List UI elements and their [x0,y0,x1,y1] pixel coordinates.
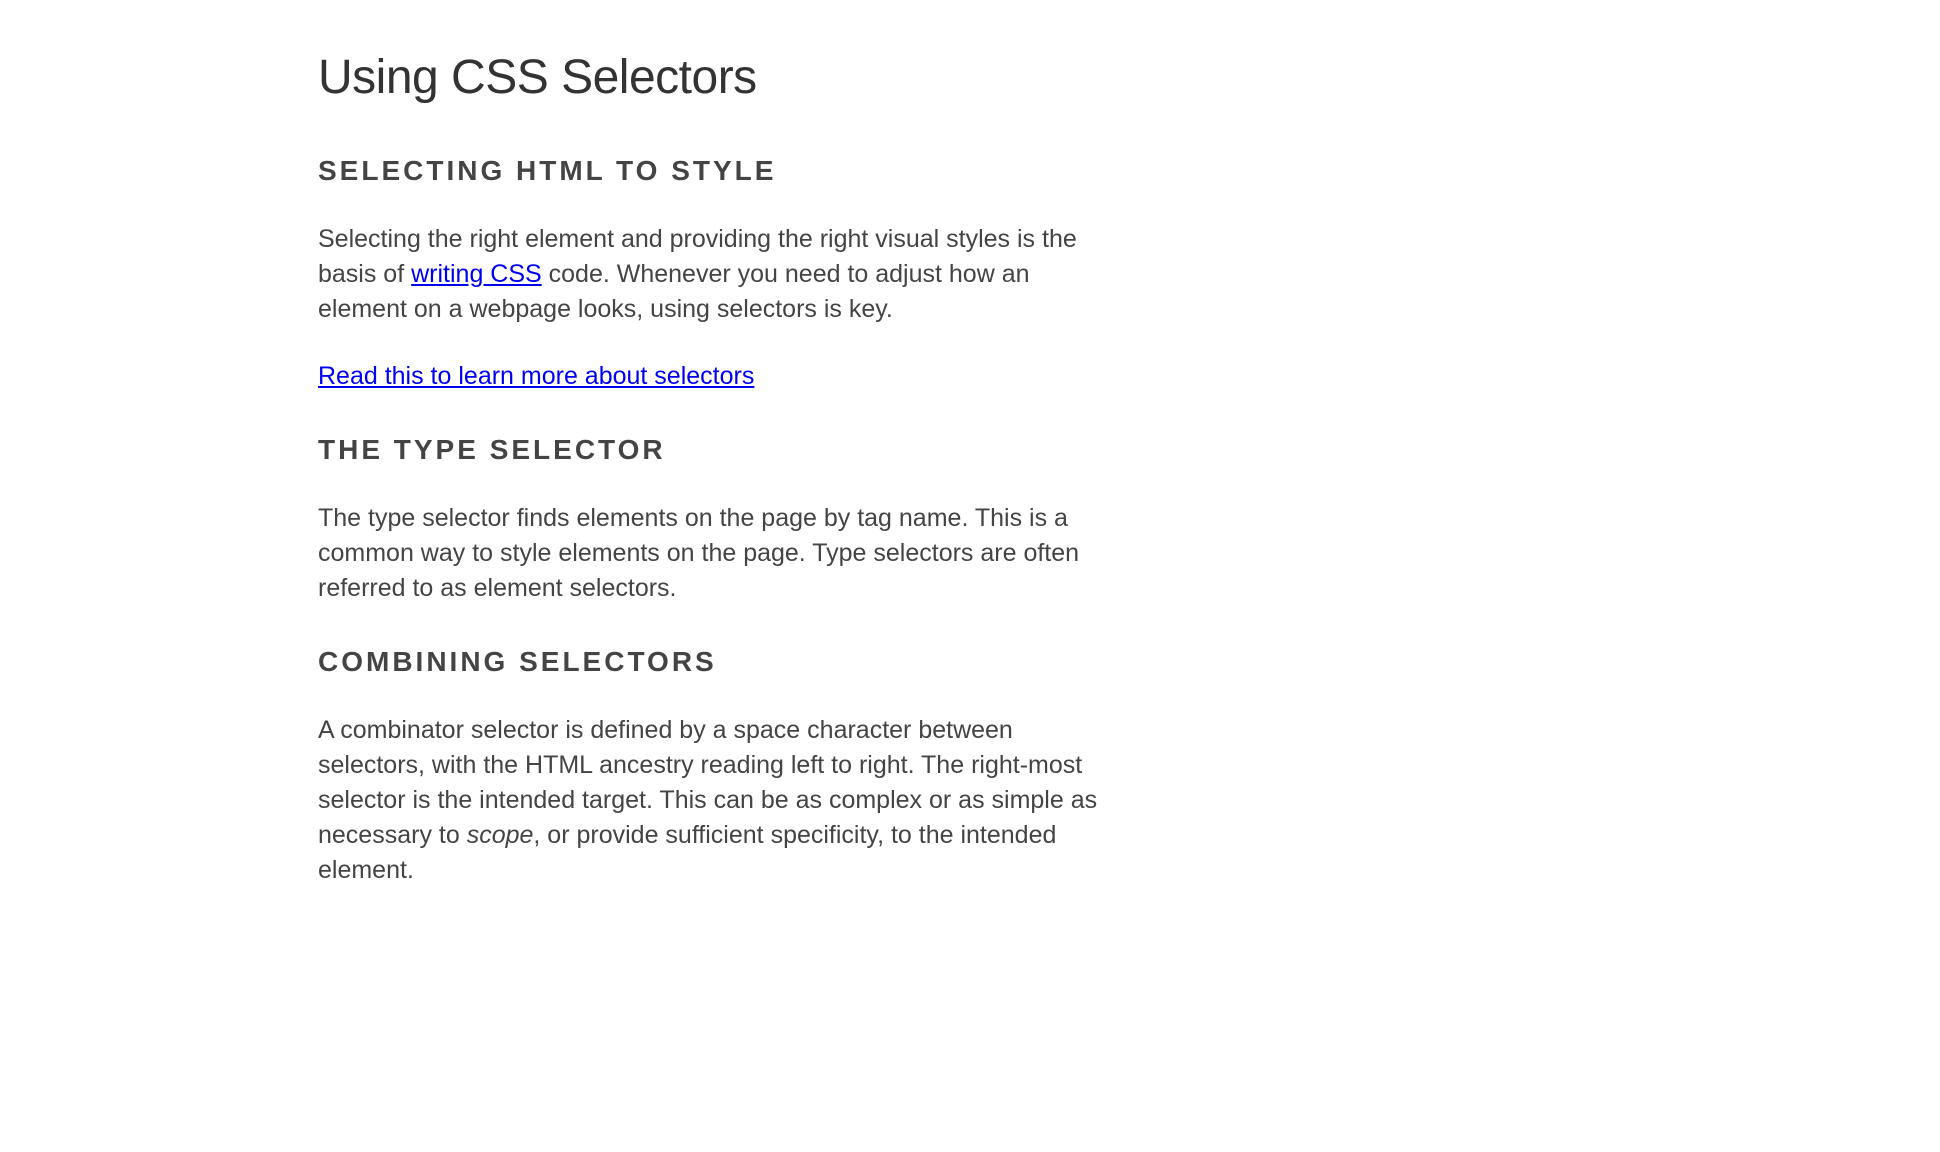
page-title: Using CSS Selectors [318,50,1108,105]
section-paragraph-combining: A combinator selector is defined by a sp… [318,713,1108,888]
section-paragraph-type-selector: The type selector finds elements on the … [318,501,1108,606]
section-heading-type-selector: THE TYPE SELECTOR [318,434,1108,466]
writing-css-link[interactable]: writing CSS [411,260,542,288]
standalone-link-paragraph: Read this to learn more about selectors [318,359,1108,394]
section-heading-combining: COMBINING SELECTORS [318,646,1108,678]
learn-more-selectors-link[interactable]: Read this to learn more about selectors [318,362,754,390]
document-container: Using CSS Selectors SELECTING HTML TO ST… [318,50,1108,888]
section-heading-selecting: SELECTING HTML TO STYLE [318,155,1108,187]
section-paragraph-selecting: Selecting the right element and providin… [318,222,1108,327]
emphasis-scope: scope [467,821,534,849]
